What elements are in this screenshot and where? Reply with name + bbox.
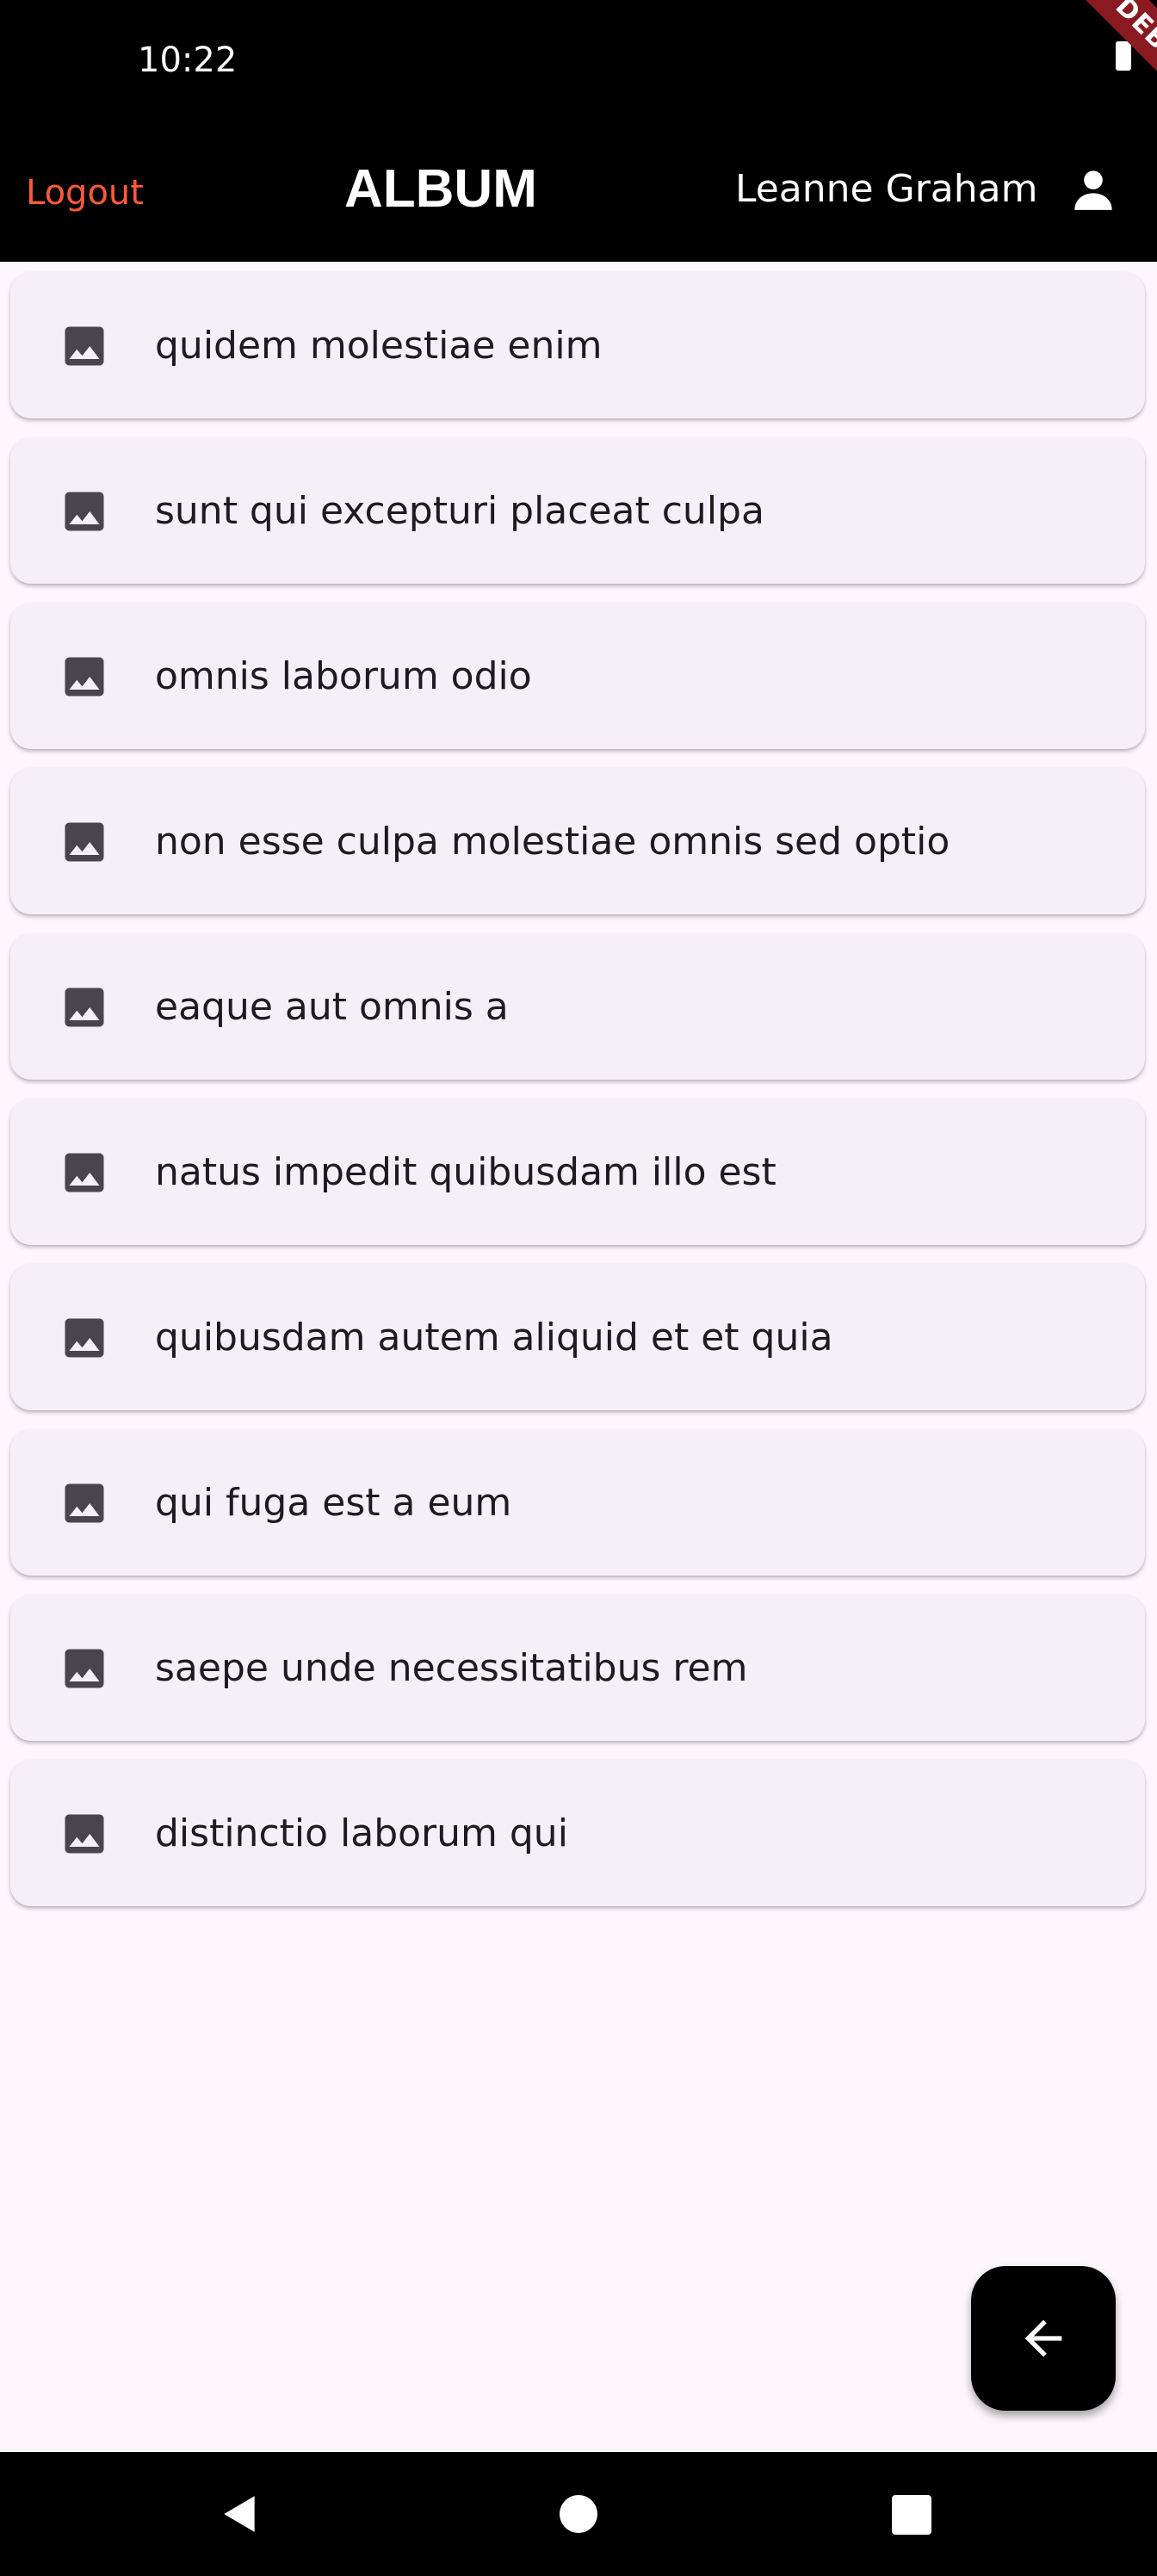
image-icon bbox=[65, 492, 104, 531]
album-list-item[interactable]: qui fuga est a eum bbox=[10, 1429, 1145, 1576]
album-title: distinctio laborum qui bbox=[155, 1811, 568, 1855]
album-list-item[interactable]: quidem molestiae enim bbox=[10, 272, 1145, 418]
album-screen: 10:22 Logout ALBUM Leanne Graham DEBUG q… bbox=[0, 0, 1157, 2576]
album-title: qui fuga est a eum bbox=[155, 1481, 512, 1525]
album-list-item[interactable]: non esse culpa molestiae omnis sed optio bbox=[10, 768, 1145, 914]
album-title: eaque aut omnis a bbox=[155, 985, 509, 1029]
status-bar: 10:22 bbox=[0, 0, 1157, 121]
album-list-item[interactable]: natus impedit quibusdam illo est bbox=[10, 1099, 1145, 1245]
album-list-item[interactable]: distinctio laborum qui bbox=[10, 1760, 1145, 1906]
person-icon[interactable] bbox=[1071, 167, 1116, 212]
image-icon bbox=[65, 1318, 104, 1358]
system-nav-bar bbox=[0, 2452, 1157, 2576]
album-list-item[interactable]: sunt qui excepturi placeat culpa bbox=[10, 437, 1145, 584]
logout-button[interactable]: Logout bbox=[26, 169, 144, 217]
image-icon bbox=[65, 657, 104, 697]
user-name: Leanne Graham bbox=[735, 167, 1038, 211]
album-title: sunt qui excepturi placeat culpa bbox=[155, 489, 764, 533]
back-fab-button[interactable] bbox=[971, 2266, 1116, 2411]
album-title: saepe unde necessitatibus rem bbox=[155, 1646, 748, 1690]
nav-recents-icon[interactable] bbox=[892, 2495, 931, 2535]
album-title: quidem molestiae enim bbox=[155, 324, 603, 368]
album-title: natus impedit quibusdam illo est bbox=[155, 1150, 776, 1194]
album-list-item[interactable]: saepe unde necessitatibus rem bbox=[10, 1595, 1145, 1741]
page-title: ALBUM bbox=[344, 159, 537, 219]
image-icon bbox=[65, 1483, 104, 1523]
app-bar: Logout ALBUM Leanne Graham bbox=[0, 121, 1157, 262]
album-title: non esse culpa molestiae omnis sed optio bbox=[155, 820, 950, 864]
image-icon bbox=[65, 326, 104, 366]
album-list-item[interactable]: eaque aut omnis a bbox=[10, 933, 1145, 1080]
battery-icon bbox=[1116, 41, 1131, 71]
status-time: 10:22 bbox=[138, 40, 238, 80]
image-icon bbox=[65, 822, 104, 862]
image-icon bbox=[65, 1649, 104, 1688]
album-title: omnis laborum odio bbox=[155, 654, 532, 698]
image-icon bbox=[65, 1153, 104, 1192]
album-list-item[interactable]: quibusdam autem aliquid et et quia bbox=[10, 1264, 1145, 1410]
album-title: quibusdam autem aliquid et et quia bbox=[155, 1316, 833, 1359]
image-icon bbox=[65, 1814, 104, 1854]
arrow-back-icon bbox=[1024, 2319, 1062, 2357]
nav-back-icon[interactable] bbox=[219, 2492, 262, 2536]
album-list-item[interactable]: omnis laborum odio bbox=[10, 603, 1145, 749]
image-icon bbox=[65, 988, 104, 1027]
nav-home-icon[interactable] bbox=[560, 2495, 597, 2533]
